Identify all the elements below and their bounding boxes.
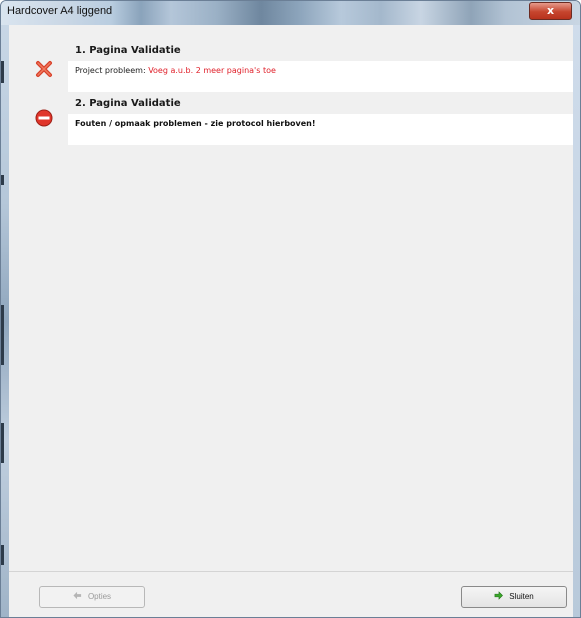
problem-label: Project probleem: — [75, 66, 146, 75]
section-2-content: Fouten / opmaak problemen - zie protocol… — [68, 114, 573, 145]
options-button[interactable]: Opties — [39, 586, 145, 608]
options-button-label: Opties — [87, 592, 112, 601]
arrow-right-icon — [494, 591, 504, 601]
close-button[interactable]: Sluiten — [461, 586, 567, 608]
window-right-border — [573, 25, 580, 617]
problem-value: Voeg a.u.b. 2 meer pagina's toe — [148, 66, 276, 75]
dialog-content: 1. Pagina Validatie Project probleem: Vo… — [9, 25, 573, 617]
footer-divider — [9, 571, 573, 572]
stop-icon — [35, 109, 53, 127]
section-1-message: Project probleem: Voeg a.u.b. 2 meer pag… — [75, 66, 276, 75]
close-window-button[interactable]: x — [529, 2, 572, 20]
window-left-border — [1, 25, 9, 617]
section-2-message: Fouten / opmaak problemen - zie protocol… — [75, 119, 316, 128]
validation-section-1: 1. Pagina Validatie Project probleem: Vo… — [9, 25, 573, 95]
section-1-title: 1. Pagina Validatie — [75, 45, 181, 56]
title-bar[interactable]: Hardcover A4 liggend x — [1, 1, 580, 25]
arrow-left-icon — [73, 592, 82, 600]
section-2-title: 2. Pagina Validatie — [75, 98, 181, 109]
window-title: Hardcover A4 liggend — [7, 5, 113, 17]
close-button-label: Sluiten — [509, 592, 534, 601]
validation-section-2: 2. Pagina Validatie Fouten / opmaak prob… — [9, 95, 573, 155]
section-1-content: Project probleem: Voeg a.u.b. 2 meer pag… — [68, 61, 573, 92]
close-icon: x — [546, 4, 555, 17]
dialog-window: Hardcover A4 liggend x 1. Pagina Validat… — [0, 0, 581, 618]
red-x-icon — [36, 61, 52, 77]
